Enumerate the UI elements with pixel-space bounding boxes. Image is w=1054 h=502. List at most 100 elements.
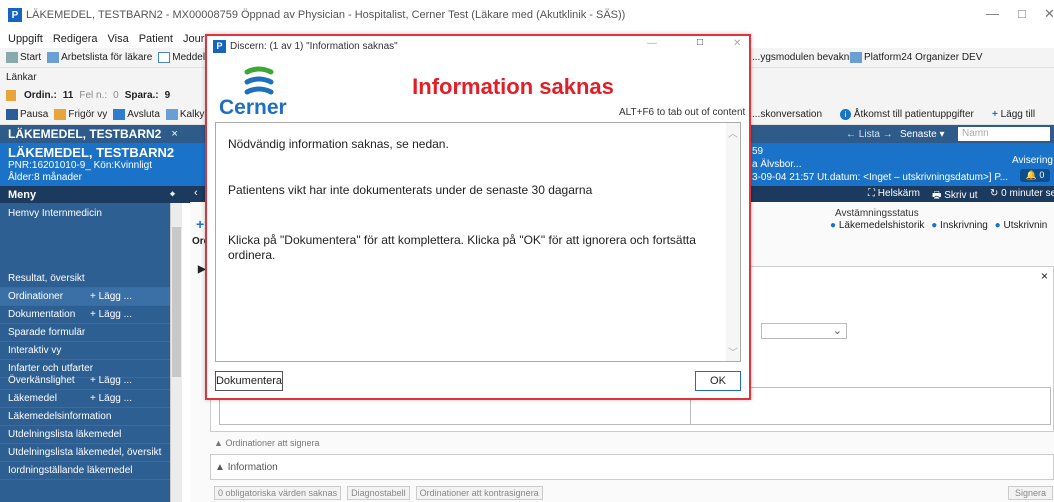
close-panel-icon[interactable]: × — [1041, 269, 1048, 283]
plus-icon: + — [992, 109, 998, 120]
message-line-1: Nödvändig information saknas, se nedan. — [228, 137, 449, 151]
dialog-app-icon: P — [213, 39, 226, 53]
close-button[interactable]: ✕ — [1044, 6, 1054, 22]
sidebar-item-preparation[interactable]: Iordningställande läkemedel — [0, 462, 170, 480]
menu-item[interactable]: Uppgift — [8, 33, 43, 45]
discharge-status[interactable]: ● Utskrivnin — [995, 220, 1048, 231]
document-button[interactable]: Dokumentera — [215, 371, 283, 391]
sidebar-item-results[interactable]: Resultat, översikt — [0, 270, 170, 288]
spara-label: Spara.: — [124, 90, 159, 101]
sidebar-item-orders[interactable]: Ordinationer + Lägg ... — [0, 288, 170, 306]
add-order-link[interactable]: + Lägg ... — [90, 291, 132, 302]
toolbar-worklist[interactable]: Arbetslista för läkare — [47, 51, 152, 63]
patient-tab[interactable]: LÄKEMEDEL, TESTBARN2 — [8, 127, 161, 141]
reconciliation-label: Avstämningsstatus — [835, 208, 919, 219]
print-button[interactable]: 🖶 Skriv ut — [932, 188, 978, 205]
patient-age: Ålder:8 månader — [8, 172, 82, 183]
info-icon: i — [840, 108, 851, 120]
add-button[interactable]: + Lägg till — [992, 109, 1035, 120]
add-medication-link[interactable]: + Lägg ... — [90, 393, 132, 404]
mail-icon — [158, 51, 171, 63]
encounter-dates: 3-09-04 21:57 Ut.datum: <Inget – utskriv… — [752, 172, 1009, 183]
sidebar-item-allergies[interactable]: Överkänslighet + Lägg ... — [0, 372, 170, 390]
sidebar-item-saved-forms[interactable]: Sparade formulär — [0, 324, 170, 342]
dialog-close-button[interactable]: ✕ — [733, 38, 741, 49]
scroll-up-icon[interactable]: ︿ — [728, 125, 738, 140]
list-nav[interactable]: ← Lista → — [846, 129, 893, 140]
pin-icon[interactable]: ⌖ — [170, 189, 175, 200]
spara-value: 9 — [164, 90, 171, 101]
menu-item[interactable]: Visa — [108, 33, 129, 45]
diagnosis-table-button[interactable]: Diagnostabell — [347, 486, 410, 500]
discern-dialog: P Discern: (1 av 1) "Information saknas"… — [205, 34, 751, 400]
message-line-2: Patientens vikt har inte dokumenterats u… — [228, 183, 593, 197]
ordin-value: 11 — [62, 90, 74, 101]
conversation-button[interactable]: ...skonversation — [752, 109, 822, 120]
dialog-maximize-button[interactable]: □ — [697, 37, 703, 48]
sidebar-item-documentation[interactable]: Dokumentation + Lägg ... — [0, 306, 170, 324]
worklist-icon — [47, 51, 60, 63]
info-section[interactable]: ▲ Information — [210, 454, 1054, 480]
app-icon: P — [8, 8, 22, 22]
home-icon — [6, 51, 18, 63]
chevron-down-icon: ⌄ — [832, 325, 842, 337]
patient-search-input[interactable]: Namn — [958, 127, 1050, 141]
message-line-3: Klicka på "Dokumentera" för att komplett… — [228, 233, 696, 262]
refresh-timer[interactable]: ↻ 0 minuter se — [990, 188, 1054, 199]
sidebar-scrollbar[interactable] — [170, 203, 182, 502]
scroll-down-icon[interactable]: ﹀ — [728, 344, 738, 359]
info-icon: ● — [994, 220, 1001, 231]
dialog-title-bar: P Discern: (1 av 1) "Information saknas"… — [207, 36, 749, 56]
window-title: LÄKEMEDEL, TESTBARN2 - MX00008759 Öppnad… — [26, 9, 626, 21]
sidebar-item-interactive-view[interactable]: Interaktiv vy — [0, 342, 170, 360]
avisering-label[interactable]: Avisering — [1012, 155, 1053, 166]
pause-button[interactable]: Pausa — [6, 108, 48, 120]
maximize-button[interactable]: □ — [1018, 6, 1026, 21]
add-allergy-link[interactable]: + Lägg ... — [90, 375, 132, 386]
dialog-minimize-button[interactable]: — — [647, 38, 657, 49]
toolbar-start[interactable]: Start — [6, 51, 41, 63]
links-label[interactable]: Länkar — [6, 72, 37, 83]
dialog-title: Discern: (1 av 1) "Information saknas" — [230, 40, 398, 52]
menu-item[interactable]: Redigera — [53, 33, 98, 45]
patient-access-button[interactable]: i Åtkomst till patientuppgifter — [840, 108, 974, 120]
sign-section[interactable]: ▲ Ordinationer att signera — [214, 438, 320, 448]
dialog-heading: Information saknas — [412, 74, 614, 99]
minimize-button[interactable]: — — [986, 6, 999, 21]
sidebar-scroll-thumb[interactable] — [172, 227, 181, 377]
sidebar-header: Meny ⌖ — [0, 186, 190, 203]
recent-nav[interactable]: Senaste ▾ — [900, 129, 945, 140]
pencil-icon — [6, 90, 16, 101]
feln-label: Fel n.: — [79, 90, 108, 101]
sidebar-item-medications[interactable]: Läkemedel + Lägg ... — [0, 390, 170, 408]
exit-button[interactable]: Avsluta — [113, 108, 160, 120]
add-documentation-link[interactable]: + Lägg ... — [90, 309, 132, 320]
admission-status[interactable]: ● Inskrivning — [931, 220, 988, 231]
info-icon: ● — [931, 220, 938, 231]
dialog-message-box: Nödvändig information saknas, se nedan. … — [215, 122, 741, 362]
close-tab-icon[interactable]: × — [171, 128, 177, 140]
menu-title: Meny — [8, 188, 37, 201]
sign-button[interactable]: Signera — [1008, 486, 1054, 500]
sidebar-item-med-info[interactable]: Läkemedelsinformation — [0, 408, 170, 426]
missing-values-button[interactable]: 0 obligatoriska värden saknas — [214, 486, 342, 500]
patient-pnr: PNR:16201010-9_ Kön:Kvinnligt — [8, 160, 152, 171]
dialog-scrollbar[interactable]: ︿ ﹀ — [726, 123, 740, 361]
ok-button[interactable]: OK — [695, 371, 741, 391]
history-status[interactable]: ● Läkemedelshistorik — [830, 220, 924, 231]
release-view-button[interactable]: Frigör vy — [54, 108, 107, 120]
order-dropdown[interactable]: ⌄ — [761, 323, 847, 339]
countersign-button[interactable]: Ordinationer att kontrasignera — [415, 486, 543, 500]
back-icon[interactable]: ‹ — [194, 187, 198, 199]
toolbar-monitoring[interactable]: ...ygsmodulen bevakning — [752, 52, 863, 63]
encounter-location: a Älvsbor... — [752, 159, 802, 170]
menu-item[interactable]: Patient — [139, 33, 173, 45]
notification-badge[interactable]: 🔔 0 — [1020, 169, 1050, 182]
patient-name: LÄKEMEDEL, TESTBARN2 — [8, 145, 175, 160]
sidebar-item-hemvy[interactable]: Hemvy Internmedicin — [0, 204, 170, 222]
fullscreen-button[interactable]: ⛶ Helskärm — [868, 188, 920, 199]
add-order-icon[interactable]: + — [196, 216, 204, 232]
toolbar-platform24[interactable]: Platform24 Organizer DEV — [850, 51, 982, 63]
sidebar-item-dispense-overview[interactable]: Utdelningslista läkemedel, översikt — [0, 444, 170, 462]
sidebar-item-dispense-list[interactable]: Utdelningslista läkemedel — [0, 426, 170, 444]
